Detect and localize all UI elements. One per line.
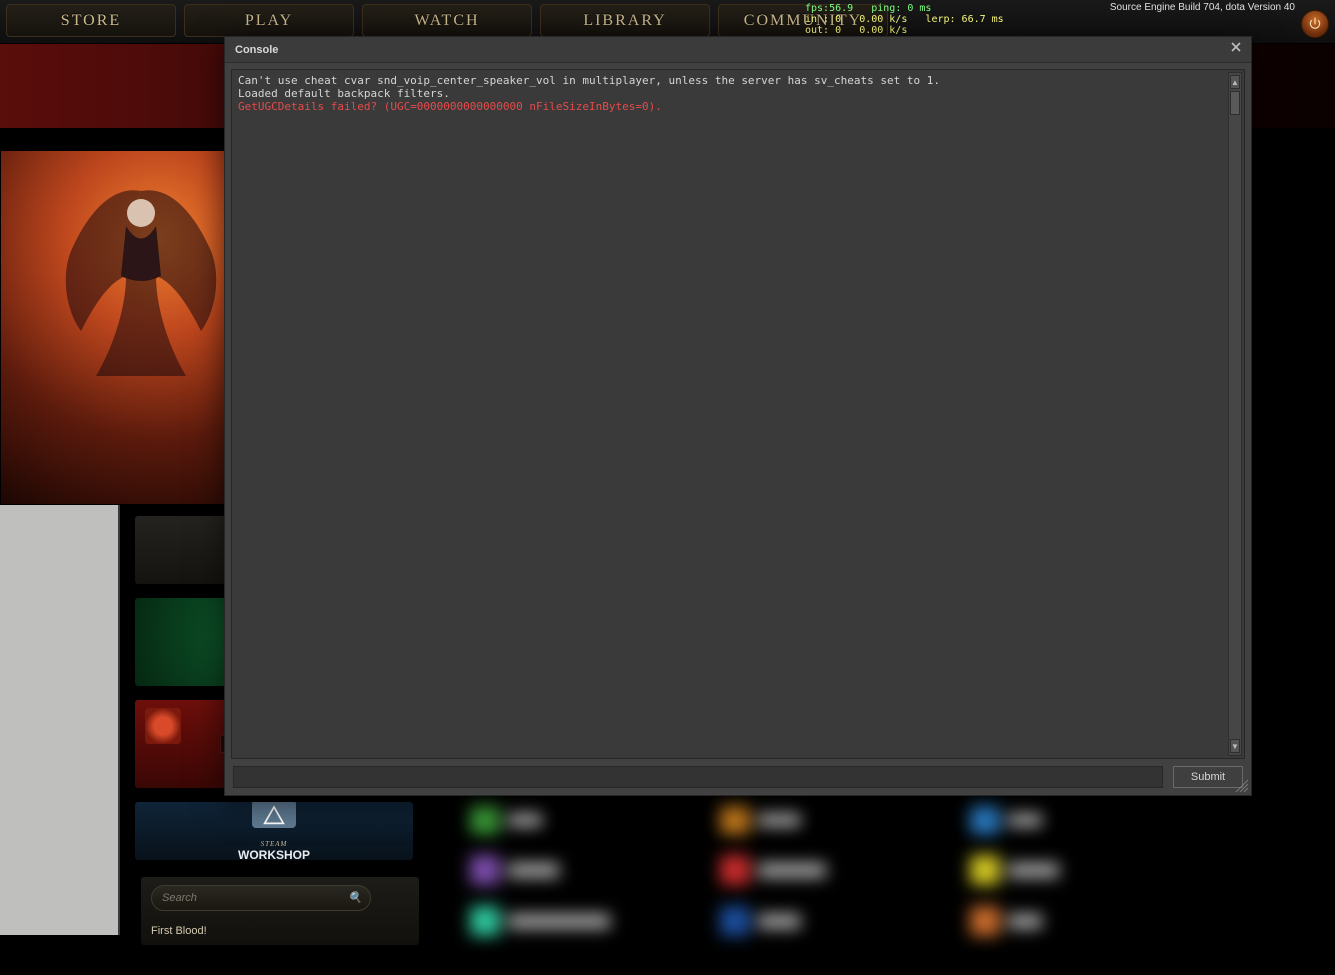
console-submit-button[interactable]: Submit xyxy=(1173,766,1243,788)
close-icon xyxy=(1230,41,1242,53)
promo-workshop[interactable]: STEAM WORKSHOP xyxy=(134,801,414,861)
search-icon: 🔍 xyxy=(348,891,362,904)
friend-item[interactable]: ██████ xyxy=(970,851,1190,888)
netgraph-in: in : 0 xyxy=(805,14,841,25)
friend-item[interactable]: █████ xyxy=(720,903,940,940)
friend-item[interactable]: ██████ xyxy=(470,851,690,888)
news-headline: First Blood! xyxy=(151,925,409,937)
friends-grid: ████ █████ ████ ██████ ████████ ██████ █… xyxy=(470,800,1190,940)
version-text: Source Engine Build 704, dota Version 40 xyxy=(1110,2,1295,13)
nav-tab-store[interactable]: STORE xyxy=(6,4,176,37)
console-title: Console xyxy=(235,44,278,56)
console-scrollbar[interactable]: ▲ ▼ xyxy=(1228,72,1242,756)
netgraph: fps:56.9 ping: 0 ms in : 0 0.00 k/s lerp… xyxy=(805,3,1004,36)
dota-logo-icon xyxy=(145,708,181,744)
workshop-logo-text: WORKSHOP xyxy=(238,848,310,861)
netgraph-fps: fps:56.9 xyxy=(805,3,853,14)
console-output[interactable]: Can't use cheat cvar snd_voip_center_spe… xyxy=(231,69,1245,759)
netgraph-out: out: 0 xyxy=(805,25,841,36)
console-input-row: Submit xyxy=(225,765,1251,795)
console-line: Can't use cheat cvar snd_voip_center_spe… xyxy=(238,74,1238,87)
friend-item[interactable]: ████ xyxy=(470,800,690,837)
power-button[interactable] xyxy=(1301,10,1329,38)
console-input[interactable] xyxy=(233,766,1163,788)
scroll-down-button[interactable]: ▼ xyxy=(1230,739,1240,753)
netgraph-ping: ping: 0 ms xyxy=(871,3,931,14)
console-line: GetUGCDetails failed? (UGC=0000000000000… xyxy=(238,100,1238,113)
console-titlebar[interactable]: Console xyxy=(225,37,1251,63)
nav-tab-watch[interactable]: WATCH xyxy=(362,4,532,37)
nav-tab-library[interactable]: LIBRARY xyxy=(540,4,710,37)
friend-item[interactable]: ████ xyxy=(970,800,1190,837)
scroll-up-button[interactable]: ▲ xyxy=(1230,75,1240,89)
steam-workshop-icon xyxy=(252,801,296,828)
console-resize-handle[interactable] xyxy=(1235,779,1249,793)
nav-tab-play[interactable]: PLAY xyxy=(184,4,354,37)
search-panel: Search 🔍 First Blood! xyxy=(140,876,420,946)
console-window: Console Can't use cheat cvar snd_voip_ce… xyxy=(224,36,1252,796)
news-sidebar xyxy=(0,505,120,935)
console-close-button[interactable] xyxy=(1227,41,1245,59)
power-icon xyxy=(1308,17,1322,31)
friend-item[interactable]: ████████ xyxy=(720,851,940,888)
netgraph-lerp: lerp: 66.7 ms xyxy=(925,14,1003,25)
friend-item[interactable]: ████████████ xyxy=(470,903,690,940)
resize-grip-icon xyxy=(1235,779,1249,793)
search-input[interactable]: Search 🔍 xyxy=(151,885,371,911)
friend-item[interactable]: █████ xyxy=(720,800,940,837)
workshop-logo-top: STEAM xyxy=(238,840,310,848)
queen-of-pain-silhouette xyxy=(56,181,226,381)
console-line: Loaded default backpack filters. xyxy=(238,87,1238,100)
friend-item[interactable]: ████ xyxy=(970,903,1190,940)
netgraph-in-rate: 0.00 k/s xyxy=(859,14,907,25)
scroll-thumb[interactable] xyxy=(1230,91,1240,115)
search-placeholder: Search xyxy=(162,892,197,904)
netgraph-out-rate: 0.00 k/s xyxy=(859,25,907,36)
